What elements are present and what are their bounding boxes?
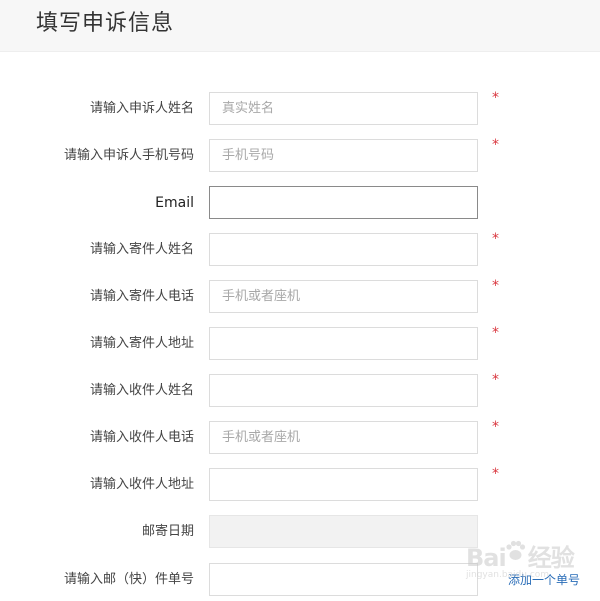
form-row-recipient-name: 请输入收件人姓名 * bbox=[0, 372, 600, 408]
tracking-number-input[interactable] bbox=[209, 563, 478, 596]
tracking-number-label: 请输入邮（快）件单号 bbox=[63, 572, 194, 587]
form-row-sender-phone: 请输入寄件人电话 * bbox=[0, 278, 600, 314]
form-row-appellant-phone: 请输入申诉人手机号码 * bbox=[0, 137, 600, 173]
recipient-address-input[interactable] bbox=[209, 468, 478, 501]
recipient-address-label: 请输入收件人地址 bbox=[89, 477, 194, 492]
appellant-name-label: 请输入申诉人姓名 bbox=[89, 101, 194, 116]
recipient-name-input[interactable] bbox=[209, 374, 478, 407]
form-row-tracking-number: 请输入邮（快）件单号 添加一个单号 bbox=[0, 563, 600, 597]
required-mark: * bbox=[492, 466, 499, 482]
sender-phone-input[interactable] bbox=[209, 280, 478, 313]
page-title: 填写申诉信息 bbox=[36, 11, 175, 36]
add-tracking-number-link[interactable]: 添加一个单号 bbox=[508, 563, 580, 597]
appellant-name-input[interactable] bbox=[209, 92, 478, 125]
email-input[interactable] bbox=[209, 186, 478, 219]
required-mark: * bbox=[492, 90, 499, 106]
sender-phone-label: 请输入寄件人电话 bbox=[89, 289, 194, 304]
appellant-phone-input[interactable] bbox=[209, 139, 478, 172]
form-row-sender-address: 请输入寄件人地址 * bbox=[0, 325, 600, 361]
required-mark: * bbox=[492, 419, 499, 435]
mailing-date-label: 邮寄日期 bbox=[141, 524, 194, 539]
recipient-phone-label: 请输入收件人电话 bbox=[89, 430, 194, 445]
recipient-phone-input[interactable] bbox=[209, 421, 478, 454]
form-row-email: Email bbox=[0, 186, 600, 220]
form-row-recipient-phone: 请输入收件人电话 * bbox=[0, 419, 600, 455]
mailing-date-input[interactable] bbox=[209, 515, 478, 548]
form-row-recipient-address: 请输入收件人地址 * bbox=[0, 466, 600, 502]
required-mark: * bbox=[492, 278, 499, 294]
recipient-name-label: 请输入收件人姓名 bbox=[89, 383, 194, 398]
email-label: Email bbox=[155, 195, 194, 211]
required-mark: * bbox=[492, 137, 499, 153]
sender-address-input[interactable] bbox=[209, 327, 478, 360]
form-row-sender-name: 请输入寄件人姓名 * bbox=[0, 231, 600, 267]
appellant-phone-label: 请输入申诉人手机号码 bbox=[63, 148, 194, 163]
required-mark: * bbox=[492, 231, 499, 247]
sender-name-label: 请输入寄件人姓名 bbox=[89, 242, 194, 257]
sender-address-label: 请输入寄件人地址 bbox=[89, 336, 194, 351]
required-mark: * bbox=[492, 325, 499, 341]
page-header: 填写申诉信息 bbox=[0, 0, 600, 52]
sender-name-input[interactable] bbox=[209, 233, 478, 266]
required-mark: * bbox=[492, 372, 499, 388]
form-row-mailing-date: 邮寄日期 bbox=[0, 515, 600, 549]
form-row-appellant-name: 请输入申诉人姓名 * bbox=[0, 90, 600, 126]
